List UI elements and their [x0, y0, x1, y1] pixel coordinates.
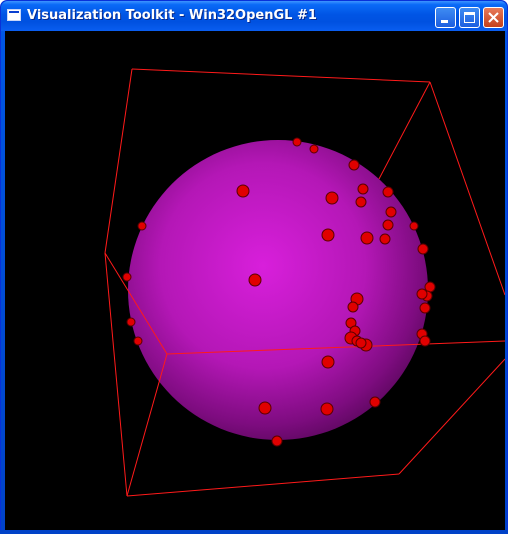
glyph-dot — [236, 184, 250, 198]
glyph-dot — [385, 206, 397, 218]
glyph-dot — [347, 301, 359, 313]
glyph-dot — [357, 183, 369, 195]
glyph-dot — [137, 221, 147, 231]
glyph-dot — [416, 288, 428, 300]
glyph-dot — [417, 243, 429, 255]
glyph-dot — [320, 402, 334, 416]
maximize-icon — [464, 12, 475, 23]
glyph-dot — [292, 137, 302, 147]
glyph-dot — [382, 219, 394, 231]
glyph-dot — [258, 401, 272, 415]
glyph-dot — [126, 317, 136, 327]
minimize-icon — [441, 20, 448, 23]
window-title: Visualization Toolkit - Win32OpenGL #1 — [27, 8, 317, 23]
minimize-button[interactable] — [435, 7, 456, 28]
glyph-dot — [133, 336, 143, 346]
glyph-dot — [325, 191, 339, 205]
glyph-dot — [355, 337, 367, 349]
glyph-dot — [379, 233, 391, 245]
glyph-dot — [419, 302, 431, 314]
glyph-dot — [382, 186, 394, 198]
scene-canvas — [104, 68, 506, 497]
glyph-dot — [355, 196, 367, 208]
glyph-dot — [122, 272, 132, 282]
render-viewport[interactable] — [5, 31, 506, 531]
close-icon — [488, 12, 499, 23]
app-window: Visualization Toolkit - Win32OpenGL #1 — [0, 0, 508, 534]
glyph-dot — [309, 144, 319, 154]
glyph-dot — [360, 231, 374, 245]
glyph-dot — [369, 396, 381, 408]
window-app-icon[interactable] — [7, 9, 21, 21]
glyph-dot — [348, 159, 360, 171]
window-bottom-border — [0, 530, 508, 534]
glyph-dot — [321, 228, 335, 242]
glyph-dot — [419, 335, 431, 347]
glyph-dot — [248, 273, 262, 287]
close-button[interactable] — [483, 7, 504, 28]
glyph-dot — [409, 221, 419, 231]
sphere — [128, 140, 428, 440]
glyph-dot — [321, 355, 335, 369]
maximize-button[interactable] — [459, 7, 480, 28]
title-bar[interactable]: Visualization Toolkit - Win32OpenGL #1 — [1, 1, 507, 31]
glyph-dot — [424, 281, 436, 293]
glyph-dot — [271, 435, 283, 447]
